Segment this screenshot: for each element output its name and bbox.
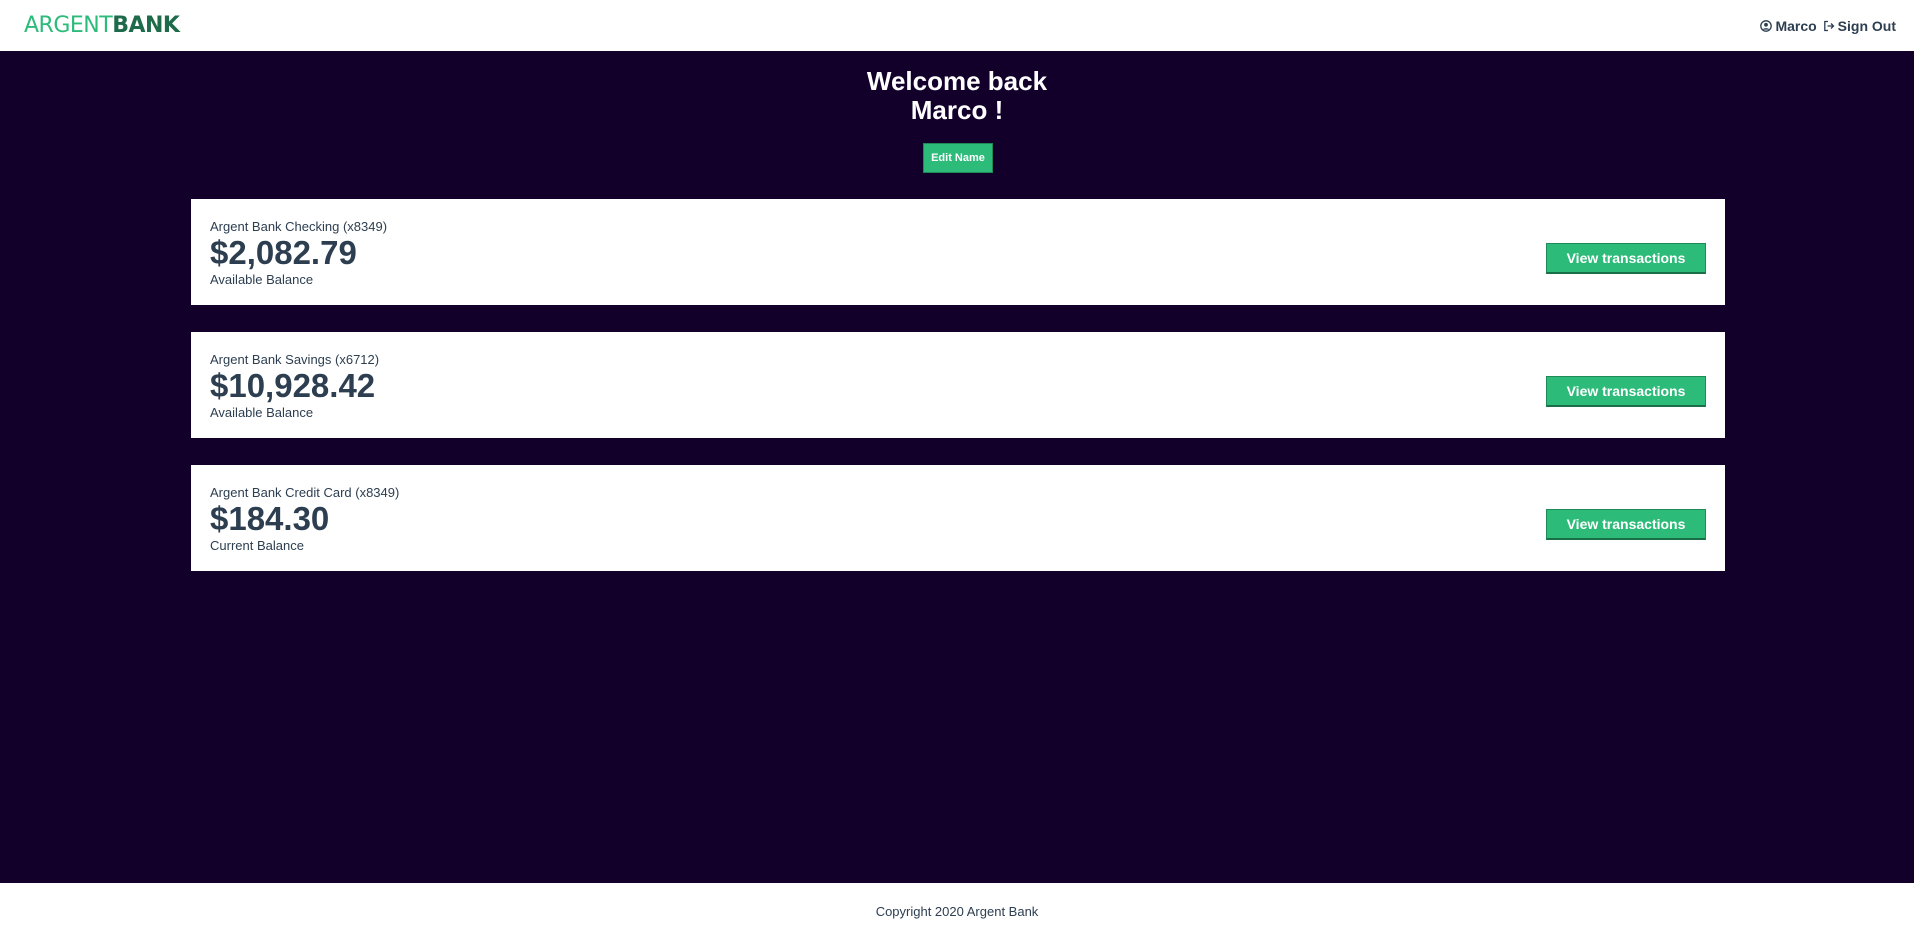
- account-amount-description: Available Balance: [210, 272, 314, 287]
- account-card-checking: Argent Bank Checking (x8349) $2,082.79 A…: [191, 199, 1725, 305]
- copyright-text: Copyright 2020 Argent Bank: [875, 903, 1039, 919]
- sign-out-icon: [1823, 20, 1835, 31]
- account-card-credit: Argent Bank Credit Card (x8349) $184.30 …: [191, 465, 1725, 571]
- nav-actions: Marco Sign Out: [1754, 18, 1896, 34]
- logo-text-argent: ARGENT: [24, 13, 113, 38]
- welcome-heading: Welcome back Marco !: [0, 51, 1914, 125]
- footer: Copyright 2020 Argent Bank: [0, 883, 1914, 939]
- main-content: Welcome back Marco ! Edit Name Argent Ba…: [0, 51, 1914, 883]
- user-circle-icon: [1760, 19, 1773, 32]
- account-title: Argent Bank Savings (x6712): [210, 352, 380, 367]
- account-amount: $184.30: [210, 500, 330, 537]
- account-amount-description: Available Balance: [210, 405, 314, 420]
- argent-bank-logo[interactable]: ARGENT BANK: [24, 13, 180, 38]
- account-amount: $10,928.42: [210, 367, 376, 404]
- user-name: Marco: [1775, 17, 1817, 34]
- account-title: Argent Bank Checking (x8349): [210, 219, 388, 234]
- edit-name-button[interactable]: Edit Name: [923, 143, 993, 173]
- sign-out-label: Sign Out: [1837, 17, 1896, 34]
- user-profile-link[interactable]: Marco: [1760, 17, 1817, 34]
- view-transactions-button[interactable]: View transactions: [1546, 509, 1706, 540]
- account-card-savings: Argent Bank Savings (x6712) $10,928.42 A…: [191, 332, 1725, 438]
- view-transactions-button[interactable]: View transactions: [1546, 243, 1706, 274]
- sign-out-link[interactable]: Sign Out: [1823, 18, 1896, 34]
- welcome-line-2: Marco !: [910, 95, 1004, 125]
- view-transactions-button[interactable]: View transactions: [1546, 376, 1706, 407]
- logo-text-bank: BANK: [112, 13, 180, 38]
- account-title: Argent Bank Credit Card (x8349): [210, 485, 400, 500]
- account-amount-description: Current Balance: [210, 538, 304, 553]
- account-amount: $2,082.79: [210, 234, 357, 271]
- welcome-line-1: Welcome back: [866, 66, 1048, 96]
- top-nav: ARGENT BANK Marco Sign Out: [0, 0, 1914, 51]
